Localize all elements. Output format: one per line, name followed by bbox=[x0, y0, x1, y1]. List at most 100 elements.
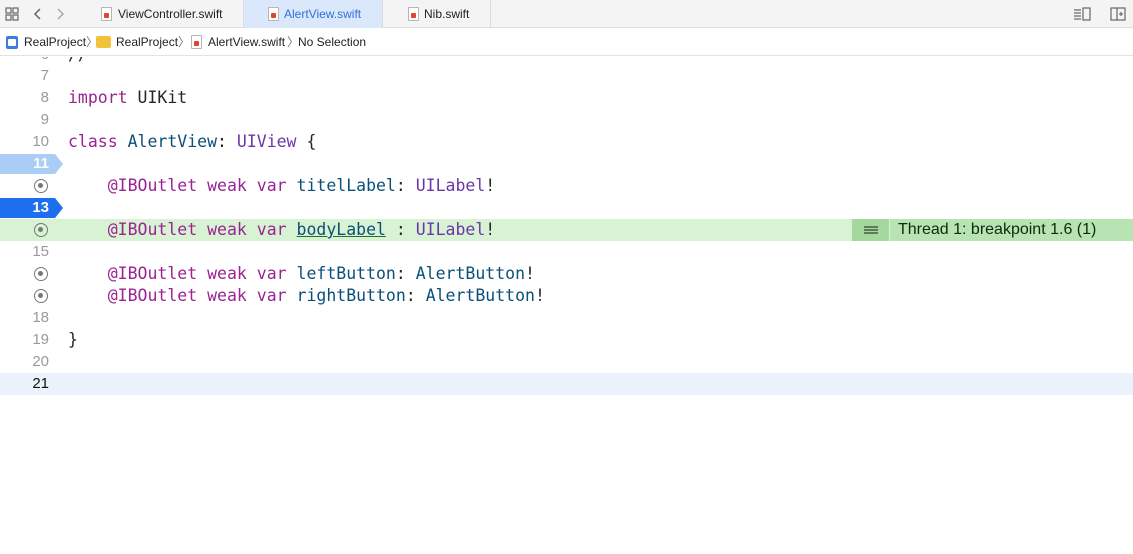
code-line: 19 } bbox=[0, 329, 1133, 351]
code-text: @IBOutlet weak var bodyLabel : UILabel! bbox=[68, 219, 495, 241]
type-name: UILabel bbox=[415, 176, 486, 195]
line-number: 8 bbox=[40, 89, 49, 106]
colon: : bbox=[217, 132, 227, 151]
property-name[interactable]: bodyLabel bbox=[297, 220, 386, 239]
line-number: 13 bbox=[32, 199, 49, 216]
swift-file-icon bbox=[191, 35, 202, 49]
keyword: weak bbox=[207, 286, 247, 305]
code-line: 9 bbox=[0, 109, 1133, 131]
comment: // bbox=[68, 57, 88, 64]
line-number: 21 bbox=[32, 375, 49, 392]
thread-banner-label: Thread 1: breakpoint 1.6 (1) bbox=[898, 221, 1097, 238]
breadcrumb-selection[interactable]: No Selection bbox=[298, 35, 366, 49]
property-name: titelLabel bbox=[296, 176, 396, 195]
module-name: UIKit bbox=[137, 88, 188, 107]
chevron-right-icon: 〉 bbox=[178, 35, 191, 49]
keyword: weak bbox=[207, 176, 247, 195]
project-icon bbox=[6, 36, 18, 49]
code-line: @IBOutlet weak var leftButton: AlertButt… bbox=[0, 263, 1133, 285]
code-line: @IBOutlet weak var rightButton: AlertBut… bbox=[0, 285, 1133, 307]
colon: : bbox=[385, 220, 406, 239]
code-line: 13 bbox=[0, 197, 1133, 219]
code-text: class AlertView: UIView { bbox=[68, 131, 316, 153]
chevron-right-icon[interactable] bbox=[52, 6, 68, 22]
type-name: AlertButton bbox=[425, 286, 535, 305]
code-line: @IBOutlet weak var titelLabel: UILabel! bbox=[0, 175, 1133, 197]
grid-icon[interactable] bbox=[4, 6, 20, 22]
bang: ! bbox=[534, 286, 545, 305]
tab-alertview[interactable]: AlertView.swift bbox=[244, 0, 383, 28]
code-line: 18 bbox=[0, 307, 1133, 329]
attribute: @IBOutlet bbox=[107, 176, 198, 195]
outlet-connection-icon[interactable] bbox=[34, 223, 48, 237]
keyword: import bbox=[68, 88, 128, 107]
line-number: 7 bbox=[40, 67, 49, 84]
code-line-current[interactable]: 21 bbox=[0, 373, 1133, 395]
keyword: var bbox=[256, 220, 287, 239]
brace: { bbox=[306, 132, 317, 151]
breadcrumb-group[interactable]: RealProject bbox=[116, 35, 178, 49]
chevron-left-icon[interactable] bbox=[30, 6, 46, 22]
swift-file-icon bbox=[101, 7, 112, 21]
colon: : bbox=[405, 286, 416, 305]
property-name: rightButton bbox=[296, 286, 406, 305]
keyword: class bbox=[68, 132, 118, 151]
source-editor[interactable]: 6 // 7 8 import UIKit 9 10 class AlertVi… bbox=[0, 57, 1133, 554]
code-line: 11 bbox=[0, 153, 1133, 175]
folder-icon bbox=[96, 36, 111, 48]
attribute: @IBOutlet bbox=[107, 220, 198, 239]
property-name: leftButton bbox=[296, 264, 396, 283]
tab-label: AlertView.swift bbox=[284, 7, 362, 21]
code-text: } bbox=[68, 329, 78, 351]
line-number: 19 bbox=[32, 331, 49, 348]
code-line: 10 class AlertView: UIView { bbox=[0, 131, 1133, 153]
breakpoint-marker[interactable]: 11 bbox=[0, 153, 63, 174]
keyword: weak bbox=[207, 220, 247, 239]
swift-file-icon bbox=[268, 7, 279, 21]
colon: : bbox=[395, 176, 406, 195]
keyword: var bbox=[256, 264, 287, 283]
split-editor-icon[interactable] bbox=[1109, 6, 1127, 22]
breadcrumb-project[interactable]: RealProject bbox=[24, 35, 86, 49]
brace: } bbox=[68, 330, 78, 349]
bang: ! bbox=[525, 264, 535, 283]
keyword: var bbox=[256, 176, 287, 195]
hamburger-icon[interactable] bbox=[852, 219, 890, 241]
bang: ! bbox=[485, 220, 496, 239]
code-text: @IBOutlet weak var rightButton: AlertBut… bbox=[68, 285, 545, 307]
editor-options-icon[interactable] bbox=[1072, 6, 1092, 22]
colon: : bbox=[395, 264, 406, 283]
line-number: 20 bbox=[32, 353, 49, 370]
code-line: 15 bbox=[0, 241, 1133, 263]
attribute: @IBOutlet bbox=[107, 264, 198, 283]
line-number: 11 bbox=[33, 155, 49, 172]
type-name: AlertButton bbox=[415, 264, 526, 283]
tab-bar: ViewController.swift AlertView.swift Nib… bbox=[0, 0, 1133, 28]
line-number: 10 bbox=[32, 133, 49, 150]
breakpoint-marker-current[interactable]: 13 bbox=[0, 197, 63, 218]
code-line: 8 import UIKit bbox=[0, 87, 1133, 109]
outlet-connection-icon[interactable] bbox=[34, 289, 48, 303]
tab-nib[interactable]: Nib.swift bbox=[383, 0, 491, 28]
outlet-connection-icon[interactable] bbox=[34, 267, 48, 281]
tab-viewcontroller[interactable]: ViewController.swift bbox=[83, 0, 244, 28]
line-number: 9 bbox=[40, 111, 49, 128]
swift-file-icon bbox=[408, 7, 419, 21]
tab-label: ViewController.swift bbox=[118, 7, 223, 21]
keyword: var bbox=[256, 286, 287, 305]
breadcrumb: RealProject 〉 RealProject 〉 AlertView.sw… bbox=[0, 28, 1133, 56]
code-text: @IBOutlet weak var leftButton: AlertButt… bbox=[68, 263, 535, 285]
breakpoint-tip bbox=[55, 154, 63, 174]
keyword: weak bbox=[207, 264, 247, 283]
line-number: 18 bbox=[32, 309, 49, 326]
code-text: @IBOutlet weak var titelLabel: UILabel! bbox=[68, 175, 495, 197]
breadcrumb-file[interactable]: AlertView.swift bbox=[208, 35, 285, 49]
code-line-executing: @IBOutlet weak var bodyLabel : UILabel! … bbox=[0, 219, 1133, 241]
thread-banner[interactable]: Thread 1: breakpoint 1.6 (1) bbox=[852, 219, 1133, 241]
line-number: 15 bbox=[32, 243, 49, 260]
code-text: import UIKit bbox=[68, 87, 187, 109]
code-line: 20 bbox=[0, 351, 1133, 373]
tab-label: Nib.swift bbox=[424, 7, 470, 21]
type-name: UIView bbox=[236, 132, 297, 151]
outlet-connection-icon[interactable] bbox=[34, 179, 48, 193]
